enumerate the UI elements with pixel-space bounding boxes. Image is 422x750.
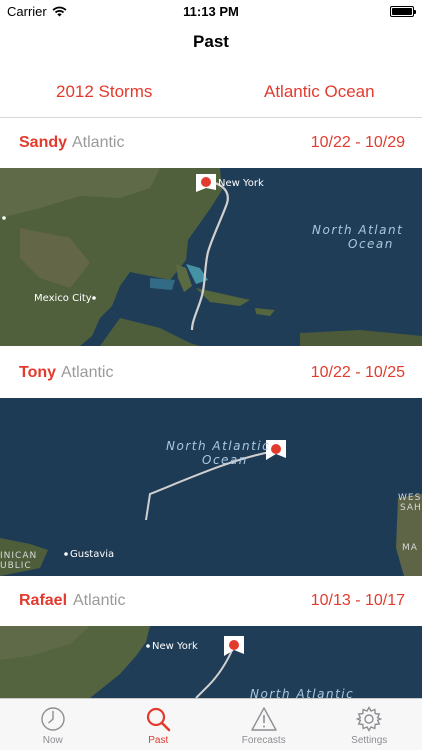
storm-dates: 10/22 - 10/25 [310, 364, 405, 381]
storm-name: Tony [19, 364, 57, 381]
storm-basin: Atlantic [61, 364, 114, 381]
map-label-region: MA [402, 543, 418, 553]
map-label-ocean: Ocean [348, 237, 394, 251]
gear-icon [355, 706, 383, 732]
storm-row-tony[interactable]: Tony Atlantic 10/22 - 10/25 [0, 352, 422, 400]
storm-map-rafael[interactable]: New York North Atlantic [0, 626, 422, 698]
storm-row-rafael[interactable]: Rafael Atlantic 10/13 - 10/17 [0, 580, 422, 628]
tab-now[interactable]: Now [0, 699, 106, 750]
tab-label: Past [148, 735, 169, 746]
storm-dates: 10/13 - 10/17 [310, 592, 405, 609]
map-label-ocean: North Atlantic [250, 687, 354, 698]
tab-label: Now [42, 735, 63, 746]
map-label-city: Gustavia [70, 549, 114, 560]
warning-icon [251, 707, 277, 731]
tab-forecasts[interactable]: Forecasts [211, 699, 317, 750]
tab-past[interactable]: Past [106, 699, 212, 750]
page-title: Past [193, 32, 229, 51]
tab-label: Forecasts [241, 735, 286, 746]
map-label-region: WES [398, 493, 421, 503]
map-label-city: New York [152, 641, 198, 652]
basin-filter-button[interactable]: Atlantic Ocean [264, 82, 375, 102]
map-label-region: SAH [400, 503, 422, 513]
map-label-region: UBLIC [0, 561, 32, 571]
status-bar: Carrier 11:13 PM [0, 0, 422, 22]
year-filter-button[interactable]: 2012 Storms [56, 82, 152, 102]
storm-basin: Atlantic [73, 592, 126, 609]
search-icon [147, 707, 171, 732]
status-time: 11:13 PM [183, 4, 239, 19]
map-label-ocean: North Atlantic [166, 439, 270, 453]
tab-settings[interactable]: Settings [317, 699, 422, 750]
tab-label: Settings [351, 735, 388, 746]
storm-row-sandy[interactable]: Sandy Atlantic 10/22 - 10/29 [0, 122, 422, 170]
storm-basin: Atlantic [72, 134, 125, 151]
storm-map-tony[interactable]: North Atlantic Ocean Gustavia INICAN UBL… [0, 398, 422, 576]
storm-dates: 10/22 - 10/29 [310, 134, 405, 151]
map-label-ocean: Ocean [202, 453, 248, 467]
storm-map-sandy[interactable]: New York Mexico City North Atlant Ocean [0, 168, 422, 346]
storm-name: Rafael [19, 592, 68, 609]
battery-icon [390, 6, 416, 17]
map-label-city: Mexico City [34, 293, 92, 304]
tab-bar: Now Past Forecasts Settings [0, 698, 422, 750]
map-label-city: New York [218, 178, 264, 189]
storm-name: Sandy [19, 134, 68, 151]
filter-bar: 2012 Storms Atlantic Ocean [0, 66, 422, 118]
map-label-ocean: North Atlant [312, 223, 403, 237]
clock-icon [41, 707, 65, 731]
map-label-region: INICAN [0, 551, 37, 561]
